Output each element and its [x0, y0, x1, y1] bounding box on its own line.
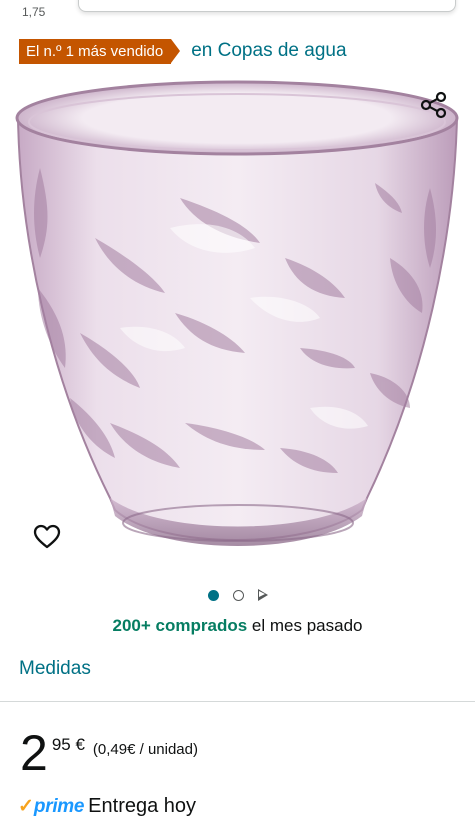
- carousel-dot-2[interactable]: [232, 589, 244, 601]
- wishlist-button[interactable]: [30, 520, 64, 554]
- delivery-text: Entrega hoy: [88, 795, 197, 817]
- share-button[interactable]: [417, 88, 451, 122]
- carousel-dot-1[interactable]: [207, 589, 219, 601]
- product-image[interactable]: [10, 78, 465, 568]
- play-video-icon[interactable]: [257, 589, 268, 601]
- purchase-count: 200+ comprados: [112, 616, 248, 635]
- price-per-unit: (0,49€ / unidad): [92, 741, 198, 758]
- price-cents: 95 €: [51, 735, 85, 754]
- heart-icon: [33, 524, 61, 549]
- price-whole: 2: [20, 725, 48, 781]
- purchase-count-line: 200+ comprados el mes pasado: [0, 616, 475, 636]
- size-link[interactable]: Medidas: [19, 658, 91, 680]
- bestseller-row[interactable]: El n.º 1 más vendido en Copas de agua: [19, 38, 347, 64]
- price: 2 95 € (0,49€ / unidad): [20, 728, 198, 778]
- rating-stub: 1,75: [22, 5, 46, 19]
- prime-wordmark: prime: [33, 795, 85, 817]
- search-bar-remnant[interactable]: [78, 0, 456, 12]
- prime-delivery: ✓ prime Entrega hoy: [18, 795, 196, 818]
- bestseller-badge-label: El n.º 1 más vendido: [26, 42, 164, 60]
- prime-logo: ✓ prime: [18, 795, 84, 818]
- image-carousel-indicators[interactable]: [0, 586, 475, 604]
- bestseller-category-link[interactable]: en Copas de agua: [191, 40, 346, 62]
- bestseller-badge: El n.º 1 más vendido: [19, 38, 181, 64]
- prime-check-icon: ✓: [18, 796, 34, 817]
- share-icon: [420, 91, 447, 119]
- purchase-period: el mes pasado: [251, 616, 363, 635]
- divider: [0, 701, 475, 702]
- top-strip: 1,75: [0, 0, 475, 24]
